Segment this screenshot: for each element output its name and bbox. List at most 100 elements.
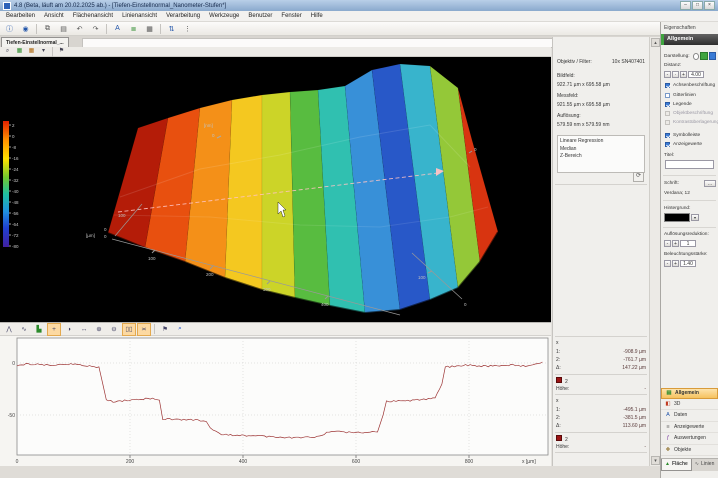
sort-icon[interactable]: ⇅ xyxy=(164,22,179,36)
histogram-icon[interactable]: ▙ xyxy=(32,323,46,336)
pan-icon[interactable]: ↔ xyxy=(77,323,91,336)
distanz-value[interactable]: 4.00 xyxy=(688,71,704,78)
checkbox-icon[interactable] xyxy=(665,102,670,107)
surface-tab-icon: ▲ xyxy=(665,459,670,470)
checkbox-icon[interactable] xyxy=(665,93,670,98)
menu-flaechenansicht[interactable]: Flächenansicht xyxy=(73,13,113,19)
nav-item-auswertungen[interactable]: ƒ Auswertungen xyxy=(661,433,718,445)
menu-werkzeuge[interactable]: Werkzeuge xyxy=(209,13,239,19)
profile-chart[interactable]: 0 200 400 600 800 x [µm] 0 -50 xyxy=(0,336,551,466)
decrement-button[interactable]: - xyxy=(664,71,671,78)
series-row: 2 xyxy=(556,435,646,443)
svg-text:-56: -56 xyxy=(12,211,19,216)
surface-3d-canvas[interactable]: 2 0 -8 -16 -24 -32 -40 -48 -56 -64 -72 -… xyxy=(0,57,551,322)
tab-linien[interactable]: ∿ Linien xyxy=(692,459,718,470)
paste-icon[interactable]: ▤ xyxy=(56,22,71,36)
close-button[interactable]: × xyxy=(704,1,715,10)
background-color-swatch[interactable] xyxy=(664,213,690,222)
radio-icon[interactable] xyxy=(693,53,700,60)
checkbox-achsenbeschriftung[interactable]: Achsenbeschriftung xyxy=(665,83,715,89)
pin-icon[interactable]: ⚑ xyxy=(158,323,172,336)
contrast-icon[interactable]: ◑ xyxy=(62,323,76,336)
hintergrund-row: ▾ xyxy=(664,213,716,222)
nav-item-daten[interactable]: A Daten xyxy=(661,410,718,422)
increment-button[interactable]: + xyxy=(672,240,679,247)
title-bar[interactable]: 4.8 (Beta, läuft am 20.02.2025 ab.) - [T… xyxy=(0,0,718,11)
titel-input[interactable] xyxy=(665,160,714,169)
zoom-select-icon[interactable]: ⌕ xyxy=(173,323,187,336)
menu-verarbeitung[interactable]: Verarbeitung xyxy=(166,13,200,19)
texture-mode-icon[interactable] xyxy=(709,52,716,60)
increment-button[interactable]: + xyxy=(672,260,679,267)
checkbox-icon[interactable] xyxy=(665,83,670,88)
nav-item-3d[interactable]: ◧ 3D xyxy=(661,399,718,411)
magnifier-icon[interactable]: ⌕ xyxy=(2,47,13,56)
globe-icon[interactable]: ◉ xyxy=(18,22,33,36)
colormap-green-icon[interactable]: ▦ xyxy=(14,47,25,56)
info-panel: Objektiv / Filter:10x SN407401 Bildfeld:… xyxy=(552,37,649,466)
copy-icon[interactable]: ⧉ xyxy=(40,22,55,36)
processing-item[interactable]: Z-Bereich xyxy=(560,153,642,161)
zoom-in-icon[interactable]: ⊕ xyxy=(92,323,106,336)
processing-item[interactable]: Median xyxy=(560,146,642,154)
crosshair-icon[interactable]: + xyxy=(47,323,61,336)
scroll-up-icon[interactable]: ▴ xyxy=(651,38,660,47)
svg-text:[µm]: [µm] xyxy=(86,233,95,238)
schrift-label: Schrift: xyxy=(664,181,679,186)
colormap-rainbow-icon[interactable]: ▦ xyxy=(26,47,37,56)
checkbox-anzeigewerte[interactable]: Anzeigewerte xyxy=(665,142,702,148)
nav-item-objekte[interactable]: ❖ Objekte xyxy=(661,445,718,457)
font-picker-button[interactable]: … xyxy=(704,180,716,187)
increment-button[interactable]: + xyxy=(680,71,687,78)
color-dropdown-icon[interactable]: ▾ xyxy=(691,214,699,221)
vertical-scrollbar[interactable]: ▴ ▾ xyxy=(649,37,660,466)
hintergrund-label: Hintergrund: xyxy=(664,206,716,211)
report-icon[interactable]: ▦ xyxy=(142,22,157,36)
aufloesungsreduktion-value[interactable]: 1 xyxy=(680,240,696,247)
distance-dot-button[interactable]: · xyxy=(672,71,679,78)
menu-ansicht[interactable]: Ansicht xyxy=(44,13,64,19)
nav-item-allgemein[interactable]: ▤ Allgemein xyxy=(661,388,718,399)
bottom-tab-bar: ▲ Fläche ∿ Linien xyxy=(661,458,718,471)
beleuchtungsstaerke-value[interactable]: 1.40 xyxy=(680,260,696,267)
list-icon: ≡ xyxy=(665,424,671,430)
pin-icon[interactable]: ⚑ xyxy=(56,47,67,56)
profile-icon[interactable]: ∿ xyxy=(17,323,31,336)
minimize-button[interactable]: – xyxy=(680,1,691,10)
zoom-out-icon[interactable]: ⊖ xyxy=(107,323,121,336)
tab-flaeche[interactable]: ▲ Fläche xyxy=(661,459,692,471)
info-icon[interactable]: ⓘ xyxy=(2,22,17,36)
checkbox-icon[interactable] xyxy=(665,142,670,147)
menu-hilfe[interactable]: Hilfe xyxy=(311,13,323,19)
surface-3d-view[interactable]: 2 0 -8 -16 -24 -32 -40 -48 -56 -64 -72 -… xyxy=(0,57,551,322)
nav-item-anzeigewerte[interactable]: ≡ Anzeigewerte xyxy=(661,422,718,434)
processing-item[interactable]: Lineare Regression xyxy=(560,138,642,146)
surface-mode-icon[interactable] xyxy=(700,52,707,60)
redo-icon[interactable]: ↷ xyxy=(88,22,103,36)
axis-header: x xyxy=(556,340,646,346)
application-window: 4.8 (Beta, läuft am 20.02.2025 ab.) - [T… xyxy=(0,0,718,478)
decrement-button[interactable]: - xyxy=(664,240,671,247)
menu-linienansicht[interactable]: Linienansicht xyxy=(122,13,157,19)
decrement-button[interactable]: - xyxy=(664,260,671,267)
fit-vertical-icon[interactable]: ⋀ xyxy=(2,323,16,336)
grip-icon[interactable]: ⋮ xyxy=(180,22,195,36)
menu-bearbeiten[interactable]: Bearbeiten xyxy=(6,13,35,19)
undo-icon[interactable]: ↶ xyxy=(72,22,87,36)
menu-benutzer[interactable]: Benutzer xyxy=(248,13,272,19)
svg-text:300: 300 xyxy=(263,287,271,292)
processing-list[interactable]: Lineare Regression Median Z-Bereich xyxy=(557,135,645,173)
chevron-down-icon[interactable]: ▾ xyxy=(38,47,49,56)
step-measure-icon[interactable]: ≍ xyxy=(137,323,151,336)
maximize-button[interactable]: □ xyxy=(692,1,703,10)
checkbox-icon[interactable] xyxy=(665,133,670,138)
checkbox-gitterlinien[interactable]: Gitterlinien xyxy=(665,93,696,99)
menu-fenster[interactable]: Fenster xyxy=(281,13,301,19)
font-icon[interactable]: A xyxy=(110,22,125,36)
layers-icon[interactable]: ≣ xyxy=(126,22,141,36)
refresh-button[interactable]: ⟳ xyxy=(633,172,644,182)
step-markers-icon[interactable]: ▯▯ xyxy=(122,323,136,336)
scroll-down-icon[interactable]: ▾ xyxy=(651,456,660,465)
checkbox-legende[interactable]: Legende xyxy=(665,102,692,108)
checkbox-symbolleiste[interactable]: Symbolleiste xyxy=(665,133,700,139)
